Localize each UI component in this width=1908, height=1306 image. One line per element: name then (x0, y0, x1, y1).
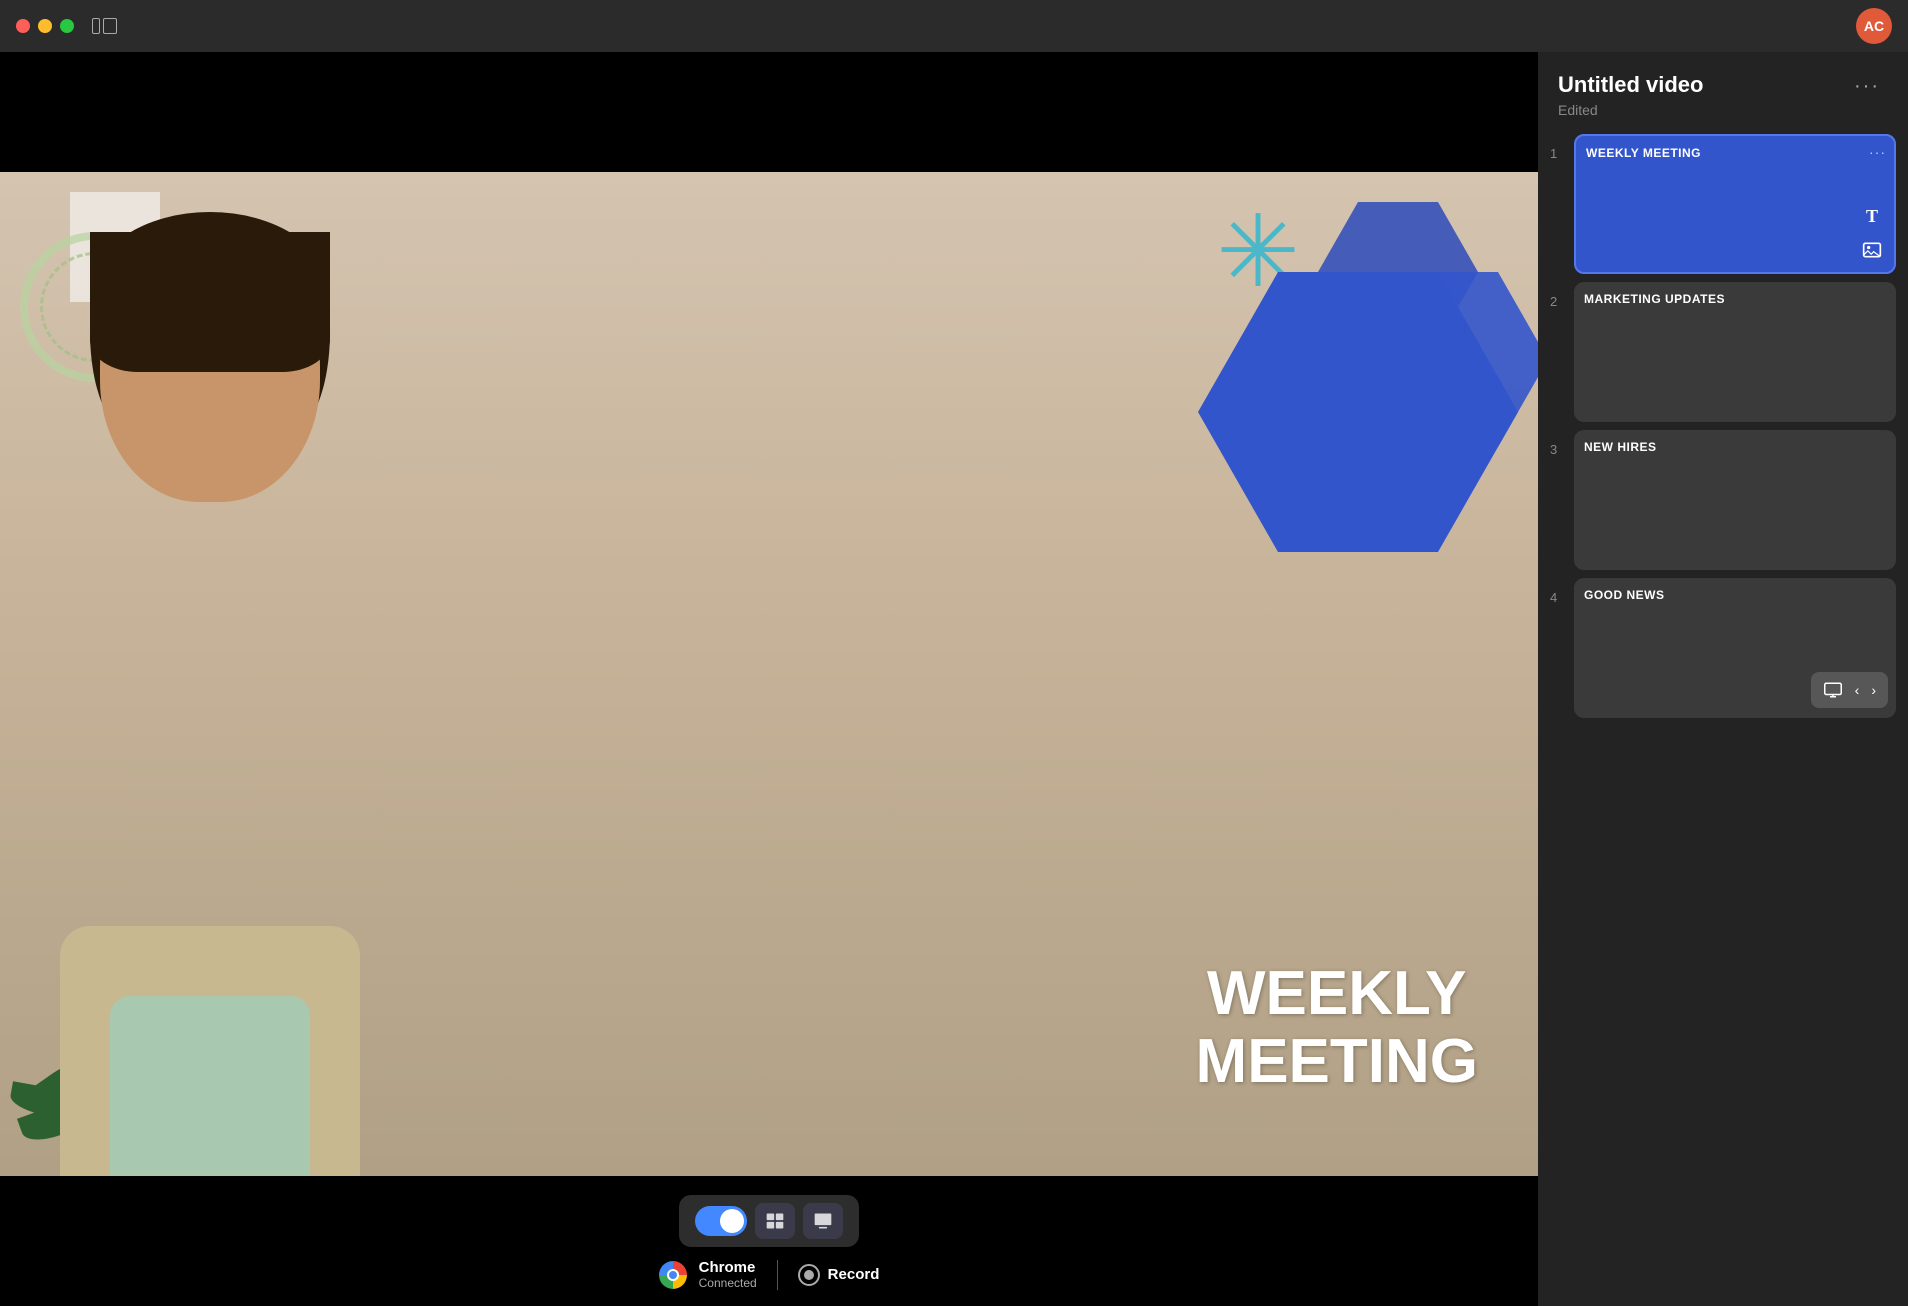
slide-title-3: NEW HIRES (1584, 440, 1886, 454)
maximize-button[interactable] (60, 19, 74, 33)
controls-bar (679, 1195, 859, 1247)
monitor-icon (1824, 682, 1842, 698)
slides-list: 1 WEEKLY MEETING ··· T (1538, 134, 1908, 1306)
slide-card-4[interactable]: GOOD NEWS ‹ › (1574, 578, 1896, 718)
slide-number-3: 3 (1550, 442, 1566, 457)
image-icon (1862, 240, 1882, 260)
camera-toggle[interactable] (695, 1206, 747, 1236)
minimize-button[interactable] (38, 19, 52, 33)
hair (90, 212, 330, 372)
slide-card-2[interactable]: MARKETING UPDATES (1574, 282, 1896, 422)
slide-1-more-button[interactable]: ··· (1869, 144, 1886, 160)
app-name: Chrome (699, 1259, 757, 1276)
sidebar-header: Untitled video Edited ··· (1538, 52, 1908, 134)
record-button[interactable]: Record (798, 1264, 880, 1286)
record-label: Record (828, 1266, 880, 1283)
slide-item-2[interactable]: 2 MARKETING UPDATES (1550, 282, 1896, 422)
video-frame: ✳ WEEKLY MEETING (0, 172, 1538, 1176)
meeting-text-overlay: WEEKLY MEETING (1196, 960, 1478, 1096)
slide-item-1[interactable]: 1 WEEKLY MEETING ··· T (1550, 134, 1896, 274)
slide-4-prev-button[interactable]: ‹ (1851, 680, 1864, 700)
meeting-text-line1: WEEKLY (1196, 960, 1478, 1028)
app-info: Chrome Connected (699, 1259, 757, 1290)
slide-title-4: GOOD NEWS (1584, 588, 1886, 602)
slide-card-1[interactable]: WEEKLY MEETING ··· T (1574, 134, 1896, 274)
toggle-knob (720, 1209, 744, 1233)
slide-1-icon-buttons: T (1858, 202, 1886, 264)
slide-number-2: 2 (1550, 294, 1566, 309)
sidebar: Untitled video Edited ··· 1 WEEKLY MEETI… (1538, 52, 1908, 1306)
bottom-bar: Chrome Connected Record (659, 1259, 880, 1290)
slide-item-4[interactable]: 4 GOOD NEWS ‹ › (1550, 578, 1896, 718)
connection-status: Connected (699, 1276, 757, 1290)
sidebar-title-group: Untitled video Edited (1558, 72, 1703, 118)
window-controls (16, 19, 74, 33)
sidebar-toggle-icon (92, 18, 118, 34)
layout-button-2[interactable] (803, 1203, 843, 1239)
video-bg: ✳ WEEKLY MEETING (0, 172, 1538, 1176)
layout-button-1[interactable] (755, 1203, 795, 1239)
layout-icon-1 (765, 1211, 785, 1231)
slide-item-3[interactable]: 3 NEW HIRES (1550, 430, 1896, 570)
record-dot (804, 1270, 814, 1280)
slide-4-next-button[interactable]: › (1867, 680, 1880, 700)
slide-1-text-button[interactable]: T (1858, 202, 1886, 230)
bottom-divider (777, 1260, 778, 1290)
layout-icon-2 (813, 1211, 833, 1231)
record-icon (798, 1264, 820, 1286)
video-bottom-area: Chrome Connected Record (0, 1176, 1538, 1306)
sidebar-more-button[interactable]: ··· (1846, 72, 1888, 100)
slide-card-3[interactable]: NEW HIRES (1574, 430, 1896, 570)
sidebar-toggle-button[interactable] (92, 16, 118, 36)
titlebar: AC (0, 0, 1908, 52)
slide-4-screen-button[interactable] (1819, 676, 1847, 704)
close-button[interactable] (16, 19, 30, 33)
slide-number-4: 4 (1550, 590, 1566, 605)
video-panel: ✳ WEEKLY MEETING (0, 52, 1538, 1306)
sidebar-title: Untitled video (1558, 72, 1703, 98)
slide-title-2: MARKETING UPDATES (1584, 292, 1886, 306)
slide-4-nav-controls: ‹ › (1811, 672, 1888, 708)
meeting-text-line2: MEETING (1196, 1028, 1478, 1096)
chrome-icon (659, 1261, 687, 1289)
slide-number-1: 1 (1550, 146, 1566, 161)
avatar[interactable]: AC (1856, 8, 1892, 44)
slide-1-actions: ··· (1869, 144, 1886, 160)
slide-title-1: WEEKLY MEETING (1586, 146, 1884, 160)
video-top-black (0, 52, 1538, 172)
main-content: ✳ WEEKLY MEETING (0, 52, 1908, 1306)
text-icon: T (1866, 206, 1878, 227)
slide-1-image-button[interactable] (1858, 236, 1886, 264)
shirt (110, 996, 310, 1176)
sidebar-subtitle: Edited (1558, 102, 1703, 118)
